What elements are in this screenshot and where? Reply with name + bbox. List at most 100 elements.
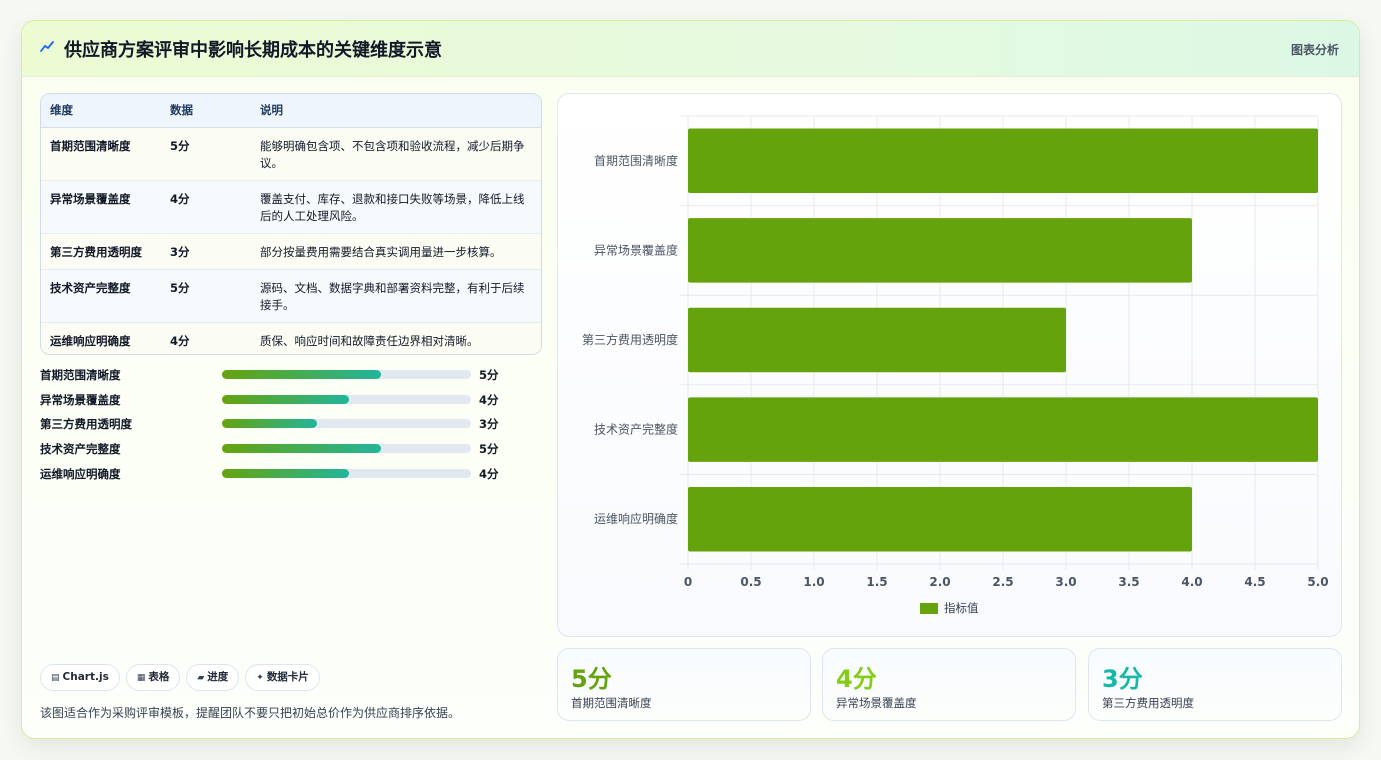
- table-row: 第三方费用透明度 3分 部分按量费用需要结合真实调用量进一步核算。: [41, 233, 541, 270]
- cell-dimension: 运维响应明确度: [41, 322, 161, 354]
- kpi-value: 4分: [836, 665, 877, 693]
- legend-swatch: [920, 603, 938, 614]
- category-label: 第三方费用透明度: [582, 332, 678, 347]
- progress-fill: [222, 419, 317, 429]
- bar: [688, 486, 1192, 552]
- chip-icon: ▰: [197, 673, 205, 683]
- progress-row: 异常场景覆盖度 4分: [40, 390, 520, 415]
- x-tick-label: 0: [684, 575, 692, 589]
- progress-value: 5分: [479, 368, 499, 382]
- cell-description: 能够明确包含项、不包含项和验收流程，减少后期争议。: [251, 127, 541, 181]
- progress-fill: [222, 394, 349, 404]
- kpi-value: 3分: [1102, 665, 1143, 693]
- chip-icon: ▤: [51, 673, 60, 683]
- progress-row: 运维响应明确度 4分: [40, 464, 520, 489]
- cell-score: 4分: [161, 180, 251, 234]
- progress-value: 4分: [479, 466, 499, 481]
- chip-icon: ▦: [136, 673, 146, 683]
- kpi-card: 5分首期范围清晰度: [557, 648, 811, 721]
- chip-icon: ✦: [256, 673, 264, 683]
- cell-score: 5分: [161, 127, 251, 181]
- kpi-caption: 首期范围清晰度: [571, 696, 652, 710]
- cell-score: 4分: [161, 322, 251, 354]
- x-tick-label: 3.5: [1118, 575, 1139, 589]
- section-tag: 图表分析: [1290, 43, 1339, 57]
- kpi-caption: 第三方费用透明度: [1102, 696, 1194, 710]
- x-tick-label: 5.0: [1307, 575, 1328, 589]
- kpi-card: 4分异常场景覆盖度: [822, 648, 1076, 721]
- chip-label: Chart.js: [62, 671, 109, 683]
- chip-button[interactable]: ✦ 数据卡片: [245, 664, 320, 691]
- progress-track: [222, 444, 471, 454]
- cell-dimension: 异常场景覆盖度: [41, 180, 161, 234]
- x-tick-label: 2.0: [929, 575, 950, 589]
- trend-icon: [40, 41, 54, 52]
- category-label: 异常场景覆盖度: [594, 242, 678, 257]
- progress-label: 技术资产完整度: [40, 442, 121, 457]
- x-tick-label: 0.5: [740, 575, 761, 589]
- progress-track: [222, 419, 471, 429]
- table-row: 首期范围清晰度 5分 能够明确包含项、不包含项和验收流程，减少后期争议。: [41, 127, 541, 181]
- column-header-description: 说明: [251, 94, 541, 128]
- cell-score: 5分: [161, 269, 251, 323]
- progress-value: 3分: [479, 417, 499, 432]
- cell-description: 质保、响应时间和故障责任边界相对清晰。: [251, 322, 541, 354]
- progress-row: 技术资产完整度 5分: [40, 439, 520, 464]
- progress-row: 第三方费用透明度 3分: [40, 414, 520, 439]
- x-tick-label: 4.5: [1244, 575, 1265, 589]
- chip-label: 表格: [148, 671, 170, 683]
- progress-fill: [222, 370, 382, 379]
- chip-label: 进度: [207, 671, 229, 683]
- x-tick-label: 3.0: [1055, 575, 1076, 589]
- chip-button[interactable]: ▤ Chart.js: [40, 664, 120, 691]
- chip-button[interactable]: ▰ 进度: [186, 664, 240, 691]
- bar: [688, 307, 1066, 373]
- feature-chips: ▤ Chart.js ▦ 表格 ▰ 进度 ✦ 数据卡片: [40, 664, 326, 692]
- bar-chart-panel: 首期范围清晰度 异常场景覆盖度 第三方费用透明度 技术资产完整度 运维响应明确度 0 0.5…: [557, 93, 1342, 637]
- table-row: 运维响应明确度 4分 质保、响应时间和故障责任边界相对清晰。: [41, 322, 541, 354]
- table-row: 异常场景覆盖度 4分 覆盖支付、库存、退款和接口失败等场景，降低上线后的人工处理风险…: [41, 180, 541, 234]
- progress-row: 首期范围清晰度 5分: [40, 365, 520, 390]
- kpi-value: 5分: [571, 665, 612, 693]
- cell-dimension: 技术资产完整度: [41, 269, 161, 323]
- kpi-caption: 异常场景覆盖度: [836, 696, 917, 710]
- cell-dimension: 第三方费用透明度: [41, 233, 161, 270]
- footnote: 该图适合作为采购评审模板，提醒团队不要只把初始总价作为供应商排序依据。: [40, 706, 461, 720]
- progress-fill: [222, 468, 349, 478]
- progress-track: [222, 370, 471, 379]
- progress-value: 4分: [479, 392, 499, 407]
- card-header: 供应商方案评审中影响长期成本的关键维度示意 图表分析: [22, 21, 1359, 77]
- chip-button[interactable]: ▦ 表格: [125, 664, 181, 691]
- progress-value: 5分: [479, 442, 499, 457]
- page-title: 供应商方案评审中影响长期成本的关键维度示意: [64, 40, 442, 61]
- progress-label: 异常场景覆盖度: [40, 392, 121, 407]
- progress-track: [222, 394, 471, 404]
- table-row: 技术资产完整度 5分 源码、文档、数据字典和部署资料完整，有利于后续接手。: [41, 269, 541, 323]
- progress-list: 首期范围清晰度 5分 异常场景覆盖度 4分 第三方费用透明度 3分 技术资产完整度 5分 运维响…: [40, 365, 520, 488]
- bar: [688, 218, 1192, 283]
- progress-label: 运维响应明确度: [40, 466, 121, 481]
- progress-label: 第三方费用透明度: [40, 417, 132, 432]
- dashboard-card: 供应商方案评审中影响长期成本的关键维度示意 图表分析 维度 数据 说明 首期范围…: [21, 20, 1360, 739]
- data-table: 维度 数据 说明 首期范围清晰度 5分 能够明确包含项、不包含项和验收流程，减少后期…: [40, 93, 542, 355]
- x-tick-label: 1.5: [866, 575, 887, 589]
- column-header-dimension: 维度: [41, 94, 161, 128]
- kpi-card: 3分第三方费用透明度: [1088, 648, 1342, 721]
- category-label: 技术资产完整度: [594, 422, 678, 437]
- x-tick-label: 1.0: [803, 575, 824, 589]
- progress-track: [222, 468, 471, 478]
- bar: [688, 397, 1318, 462]
- column-header-data: 数据: [161, 94, 251, 128]
- chip-label: 数据卡片: [266, 671, 309, 683]
- progress-label: 首期范围清晰度: [40, 368, 121, 382]
- progress-fill: [222, 444, 382, 454]
- category-label: 首期范围清晰度: [594, 153, 678, 168]
- x-tick-label: 2.5: [992, 575, 1013, 589]
- x-tick-label: 4.0: [1181, 575, 1202, 589]
- cell-dimension: 首期范围清晰度: [41, 127, 161, 181]
- cell-description: 覆盖支付、库存、退款和接口失败等场景，降低上线后的人工处理风险。: [251, 180, 541, 234]
- bar: [688, 128, 1318, 194]
- cell-description: 源码、文档、数据字典和部署资料完整，有利于后续接手。: [251, 269, 541, 323]
- cell-description: 部分按量费用需要结合真实调用量进一步核算。: [251, 233, 541, 270]
- cell-score: 3分: [161, 233, 251, 270]
